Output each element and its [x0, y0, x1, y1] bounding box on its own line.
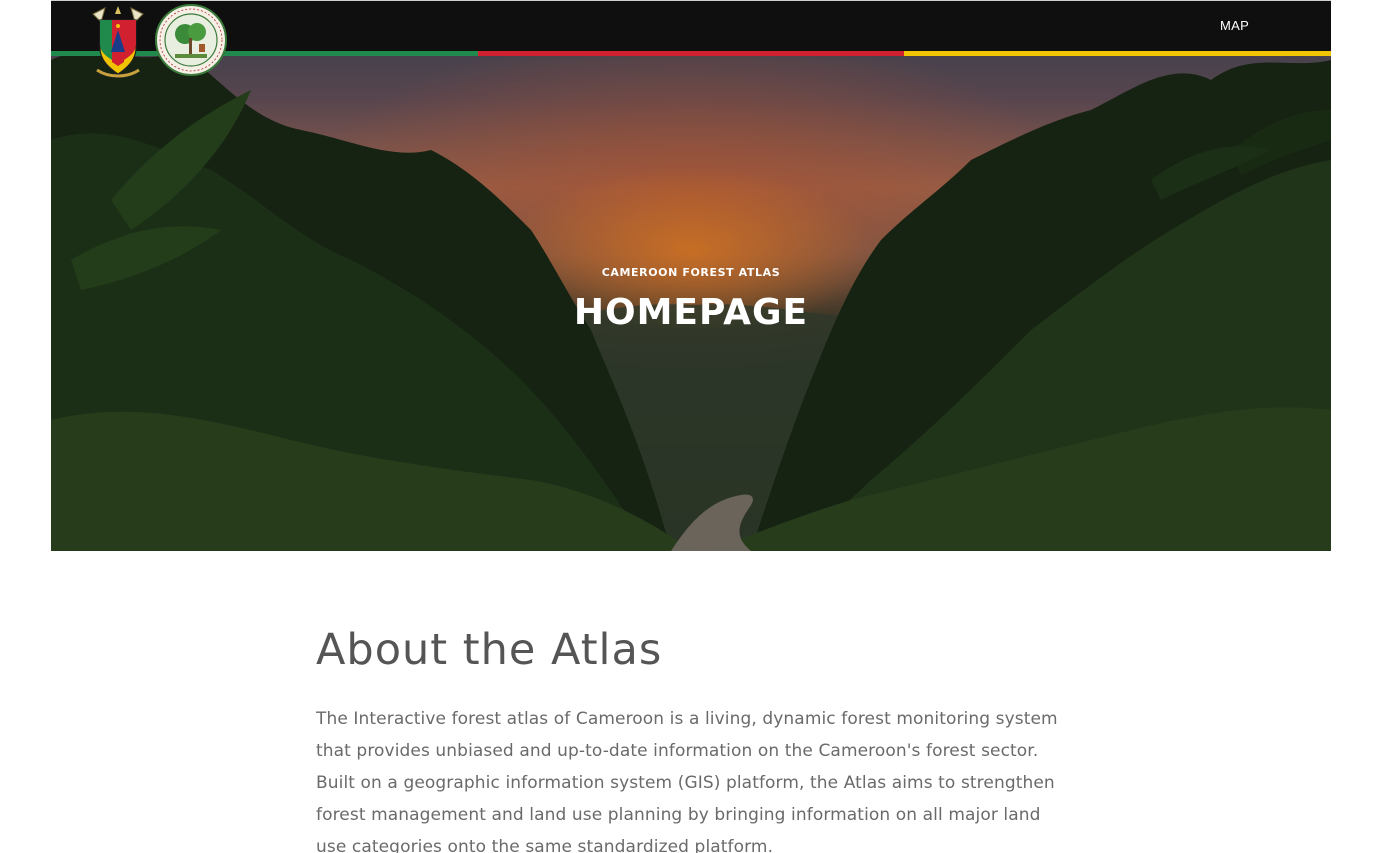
nav-link-map[interactable]: MAP [1220, 18, 1249, 33]
about-heading: About the Atlas [316, 625, 663, 675]
hero-section: MAP CAMEROON FOREST ATLAS HOMEPAGE [51, 0, 1331, 551]
coat-of-arms-icon[interactable] [85, 4, 151, 80]
stripe-yellow [904, 51, 1331, 56]
about-body: The Interactive forest atlas of Cameroon… [316, 709, 1058, 853]
ministry-seal-icon[interactable] [155, 4, 227, 76]
top-navigation-bar: MAP [51, 0, 1331, 51]
hero-kicker: CAMEROON FOREST ATLAS [601, 266, 781, 279]
page-title: HOMEPAGE [573, 292, 809, 333]
flag-color-stripe [51, 51, 1331, 56]
logo-group[interactable] [85, 4, 227, 80]
stripe-red [477, 51, 905, 56]
about-section: About the Atlas The Interactive forest a… [316, 622, 1076, 853]
